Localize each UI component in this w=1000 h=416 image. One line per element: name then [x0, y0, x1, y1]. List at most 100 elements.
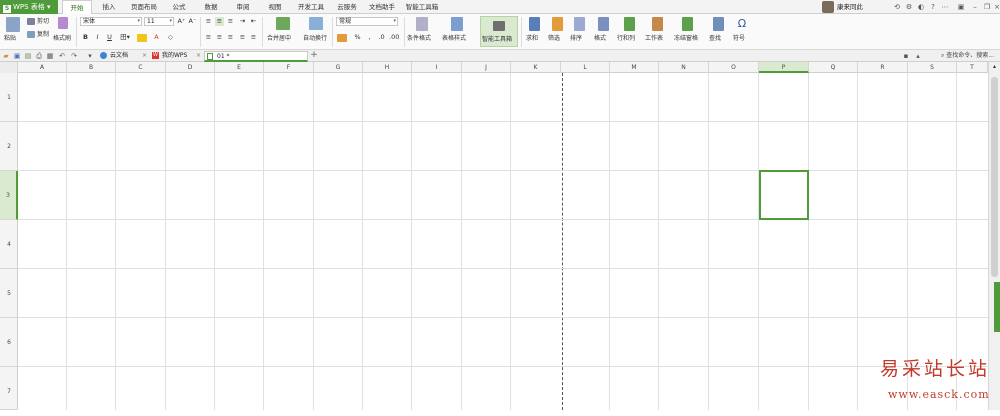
cell-grid[interactable] — [18, 73, 988, 410]
align-right-icon[interactable]: ≡ — [226, 33, 235, 42]
align-center-icon[interactable]: ≡ — [215, 33, 224, 42]
align-left-icon[interactable]: ≡ — [204, 33, 213, 42]
increase-font-icon[interactable]: A⁺ — [177, 17, 186, 26]
tab-view[interactable]: 视图 — [262, 0, 288, 14]
row-header-4[interactable]: 4 — [0, 220, 18, 269]
column-header-i[interactable]: I — [412, 62, 462, 73]
avatar[interactable] — [822, 1, 834, 13]
column-header-p[interactable]: P — [759, 62, 809, 73]
column-header-m[interactable]: M — [610, 62, 659, 73]
percent-button[interactable]: % — [353, 33, 362, 42]
undo-icon[interactable]: ↶ — [58, 52, 66, 60]
column-header-d[interactable]: D — [166, 62, 215, 73]
filter-button[interactable]: 筛选 — [548, 35, 560, 43]
row-col-icon[interactable] — [624, 17, 635, 31]
column-header-h[interactable]: H — [363, 62, 412, 73]
format-painter-icon[interactable] — [58, 17, 68, 29]
new-tab-icon[interactable]: + — [310, 51, 318, 60]
currency-icon[interactable] — [337, 34, 347, 42]
tab-home[interactable]: 开始 — [62, 0, 92, 15]
decimal-increase-icon[interactable]: .0 — [377, 33, 386, 42]
column-header-f[interactable]: F — [264, 62, 314, 73]
worksheet-icon[interactable] — [652, 17, 663, 31]
tab-doc-assistant[interactable]: 文档助手 — [364, 0, 400, 14]
search-command[interactable]: ⌕ 查找命令、搜索... — [941, 51, 994, 61]
doc-tab-cloud[interactable]: 云文档 × — [98, 51, 150, 62]
fill-color-icon[interactable] — [137, 34, 147, 42]
column-header-r[interactable]: R — [858, 62, 908, 73]
app-menu-button[interactable]: S WPS 表格 ▾ — [0, 0, 58, 14]
distributed-icon[interactable]: ≡ — [249, 33, 258, 42]
tab-cloud[interactable]: 云服务 — [332, 0, 362, 14]
find-icon[interactable] — [713, 17, 724, 31]
font-color-icon[interactable]: A — [152, 33, 161, 42]
border-icon[interactable]: 田▾ — [118, 33, 132, 42]
freeze-icon[interactable] — [682, 17, 693, 31]
smart-toolbox-button[interactable]: 智能工具箱 — [480, 16, 518, 47]
tab-review[interactable]: 审阅 — [230, 0, 256, 14]
sort-icon[interactable] — [574, 17, 585, 31]
column-header-t[interactable]: T — [957, 62, 988, 73]
close-tab-icon[interactable]: × — [196, 51, 201, 61]
selected-cell[interactable] — [759, 170, 809, 220]
chat-icon[interactable]: ▪ — [902, 52, 910, 60]
scroll-up-icon[interactable]: ▴ — [990, 63, 999, 72]
font-name-select[interactable]: 宋体 ▾ — [80, 17, 142, 26]
help-icon[interactable]: ? — [928, 2, 938, 12]
doc-tab-active[interactable]: 01 * — [204, 51, 308, 62]
worksheet-button[interactable]: 工作表 — [645, 35, 663, 43]
merge-center-button[interactable]: 合并居中 — [267, 35, 291, 43]
skin-icon[interactable]: ◐ — [916, 2, 926, 12]
cut-icon[interactable] — [27, 18, 35, 25]
column-header-b[interactable]: B — [67, 62, 116, 73]
cond-format-icon[interactable] — [416, 17, 428, 31]
doc-tab-my-wps[interactable]: W 我的WPS × — [150, 51, 204, 62]
column-header-o[interactable]: O — [709, 62, 759, 73]
close-tab-icon[interactable]: × — [142, 51, 147, 61]
freeze-button[interactable]: 冻结窗格 — [674, 35, 698, 43]
decrease-font-icon[interactable]: A⁻ — [188, 17, 197, 26]
symbol-icon[interactable]: Ω — [736, 17, 748, 31]
skin-small-icon[interactable]: ▴ — [914, 52, 922, 60]
restore-icon[interactable]: ❐ — [982, 2, 992, 12]
row-header-5[interactable]: 5 — [0, 269, 18, 318]
find-button[interactable]: 查找 — [709, 35, 721, 43]
tab-data[interactable]: 数据 — [198, 0, 224, 14]
paste-button[interactable]: 粘贴 — [4, 35, 16, 43]
paste-icon[interactable] — [6, 17, 20, 32]
wrap-text-button[interactable]: 自动换行 — [303, 35, 327, 43]
column-header-k[interactable]: K — [511, 62, 561, 73]
more-icon[interactable]: ⋯ — [940, 2, 950, 12]
column-header-s[interactable]: S — [908, 62, 957, 73]
align-bottom-icon[interactable]: ≡ — [226, 17, 235, 26]
open-icon[interactable]: ▰ — [2, 52, 10, 60]
format-icon[interactable] — [598, 17, 609, 31]
cut-button[interactable]: 剪切 — [37, 18, 49, 26]
underline-button[interactable]: U — [105, 33, 114, 42]
row-header-2[interactable]: 2 — [0, 122, 18, 171]
select-all-corner[interactable] — [0, 62, 18, 73]
indent-decrease-icon[interactable]: ⇤ — [249, 17, 258, 26]
row-col-button[interactable]: 行和列 — [617, 35, 635, 43]
merge-center-icon[interactable] — [276, 17, 290, 30]
indent-increase-icon[interactable]: ⇥ — [238, 17, 247, 26]
column-header-e[interactable]: E — [215, 62, 264, 73]
filter-icon[interactable] — [552, 17, 563, 31]
print-icon[interactable]: ⎙ — [35, 52, 43, 60]
sort-button[interactable]: 排序 — [570, 35, 582, 43]
save-icon[interactable]: ▣ — [13, 52, 21, 60]
row-header-3[interactable]: 3 — [0, 171, 18, 220]
align-top-icon[interactable]: ≡ — [204, 17, 213, 26]
row-header-6[interactable]: 6 — [0, 318, 18, 367]
sync-icon[interactable]: ⟲ — [892, 2, 902, 12]
cond-format-button[interactable]: 条件格式 — [407, 35, 431, 43]
bold-button[interactable]: B — [81, 33, 90, 42]
column-header-j[interactable]: J — [462, 62, 511, 73]
tab-formula[interactable]: 公式 — [166, 0, 192, 14]
tab-page-layout[interactable]: 页面布局 — [126, 0, 162, 14]
scrollbar-thumb[interactable] — [991, 77, 998, 277]
format-painter-button[interactable]: 格式刷 — [53, 35, 71, 43]
align-middle-icon[interactable]: ≡ — [215, 17, 224, 26]
font-size-select[interactable]: 11 ▾ — [144, 17, 174, 26]
user-name[interactable]: 康来同此 — [837, 0, 863, 14]
